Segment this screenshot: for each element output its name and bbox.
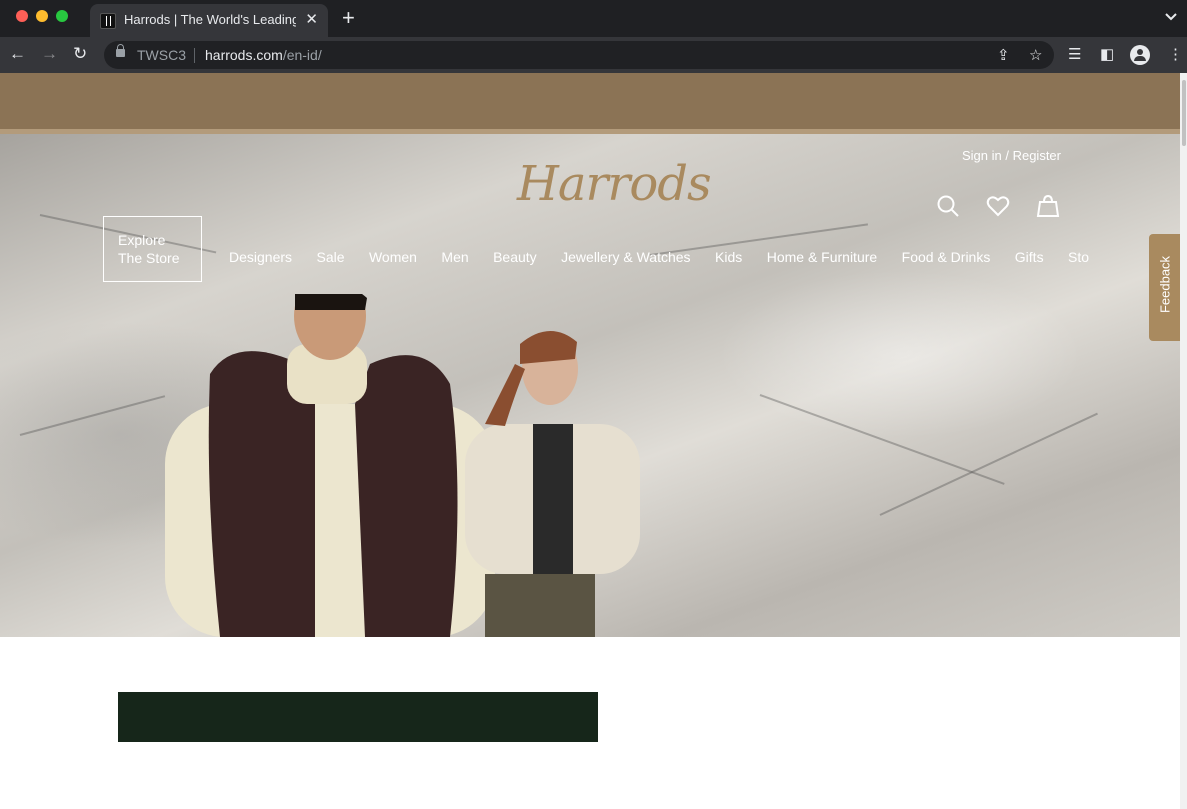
url-host: harrods.com bbox=[205, 47, 283, 63]
profile-icon[interactable] bbox=[1130, 45, 1150, 65]
nav-item-women[interactable]: Women bbox=[369, 249, 417, 265]
explore-the-store-button[interactable]: Explore The Store bbox=[103, 216, 202, 282]
nav-item-sale[interactable]: Sale bbox=[316, 249, 344, 265]
bookmark-star-icon[interactable]: ☆ bbox=[1029, 46, 1042, 64]
url-path: /en-id/ bbox=[282, 47, 322, 63]
nav-item-gifts[interactable]: Gifts bbox=[1015, 249, 1044, 265]
nav-item-jewellery-watches[interactable]: Jewellery & Watches bbox=[561, 249, 690, 265]
share-icon[interactable]: ⇪ bbox=[997, 46, 1010, 64]
close-window-button[interactable] bbox=[16, 10, 28, 22]
back-button[interactable]: ← bbox=[9, 44, 26, 64]
nav-item-kids[interactable]: Kids bbox=[715, 249, 742, 265]
reload-button[interactable]: ↻ bbox=[73, 44, 87, 64]
model-woman-image bbox=[465, 330, 640, 637]
rock-texture bbox=[19, 395, 166, 436]
new-tab-button[interactable]: + bbox=[342, 5, 355, 31]
nav-item-men[interactable]: Men bbox=[441, 249, 468, 265]
explore-line-1: Explore bbox=[118, 232, 166, 248]
promo-card-dark[interactable] bbox=[118, 692, 598, 742]
address-bar[interactable]: TWSC3 harrods.com/en-id/ ⇪ ☆ bbox=[104, 41, 1054, 69]
browser-titlebar: Harrods | The World's Leading ✕ + bbox=[0, 0, 1187, 37]
harrods-logo[interactable]: Harrods bbox=[517, 156, 712, 212]
rock-texture bbox=[879, 412, 1098, 516]
shopping-bag-icon[interactable] bbox=[1036, 194, 1060, 218]
browser-toolbar: ← → ↻ TWSC3 harrods.com/en-id/ ⇪ ☆ ☰ ◧ ⋮ bbox=[0, 37, 1187, 73]
tab-search-chevron-icon[interactable] bbox=[1165, 10, 1177, 24]
search-icon[interactable] bbox=[936, 194, 960, 218]
feedback-label: Feedback bbox=[1157, 255, 1173, 314]
menu-icon[interactable]: ⋮ bbox=[1168, 45, 1183, 63]
tab-title: Harrods | The World's Leading bbox=[124, 12, 296, 27]
scrollbar-thumb[interactable] bbox=[1182, 80, 1186, 146]
harrods-favicon-icon bbox=[100, 13, 116, 29]
browser-tab[interactable]: Harrods | The World's Leading ✕ bbox=[90, 4, 328, 37]
address-chip: TWSC3 bbox=[137, 47, 186, 63]
nav-item-stores[interactable]: Sto bbox=[1068, 249, 1089, 265]
reading-list-icon[interactable]: ☰ bbox=[1068, 45, 1081, 63]
forward-button[interactable]: → bbox=[41, 44, 58, 64]
main-navigation: Designers Sale Women Men Beauty Jeweller… bbox=[229, 249, 1180, 267]
url-text[interactable]: harrods.com/en-id/ bbox=[205, 47, 322, 63]
rock-texture bbox=[759, 394, 1005, 485]
side-panel-icon[interactable]: ◧ bbox=[1100, 45, 1114, 63]
promo-banner[interactable] bbox=[0, 73, 1180, 129]
nav-item-home-furniture[interactable]: Home & Furniture bbox=[767, 249, 877, 265]
minimize-window-button[interactable] bbox=[36, 10, 48, 22]
page-scrollbar[interactable] bbox=[1180, 73, 1187, 809]
heart-icon[interactable] bbox=[986, 194, 1010, 218]
tab-close-icon[interactable]: ✕ bbox=[305, 10, 318, 28]
nav-item-designers[interactable]: Designers bbox=[229, 249, 292, 265]
model-man-image bbox=[165, 294, 495, 637]
zoom-window-button[interactable] bbox=[56, 10, 68, 22]
signin-register-link[interactable]: Sign in / Register bbox=[962, 148, 1061, 163]
hero-banner[interactable]: Sign in / Register Harrods Explore The S… bbox=[0, 134, 1180, 637]
address-divider bbox=[194, 48, 195, 63]
nav-item-food-drinks[interactable]: Food & Drinks bbox=[902, 249, 991, 265]
explore-line-2: The Store bbox=[118, 250, 180, 266]
nav-item-beauty[interactable]: Beauty bbox=[493, 249, 537, 265]
lock-icon[interactable] bbox=[116, 44, 125, 57]
feedback-tab[interactable]: Feedback bbox=[1149, 234, 1180, 341]
